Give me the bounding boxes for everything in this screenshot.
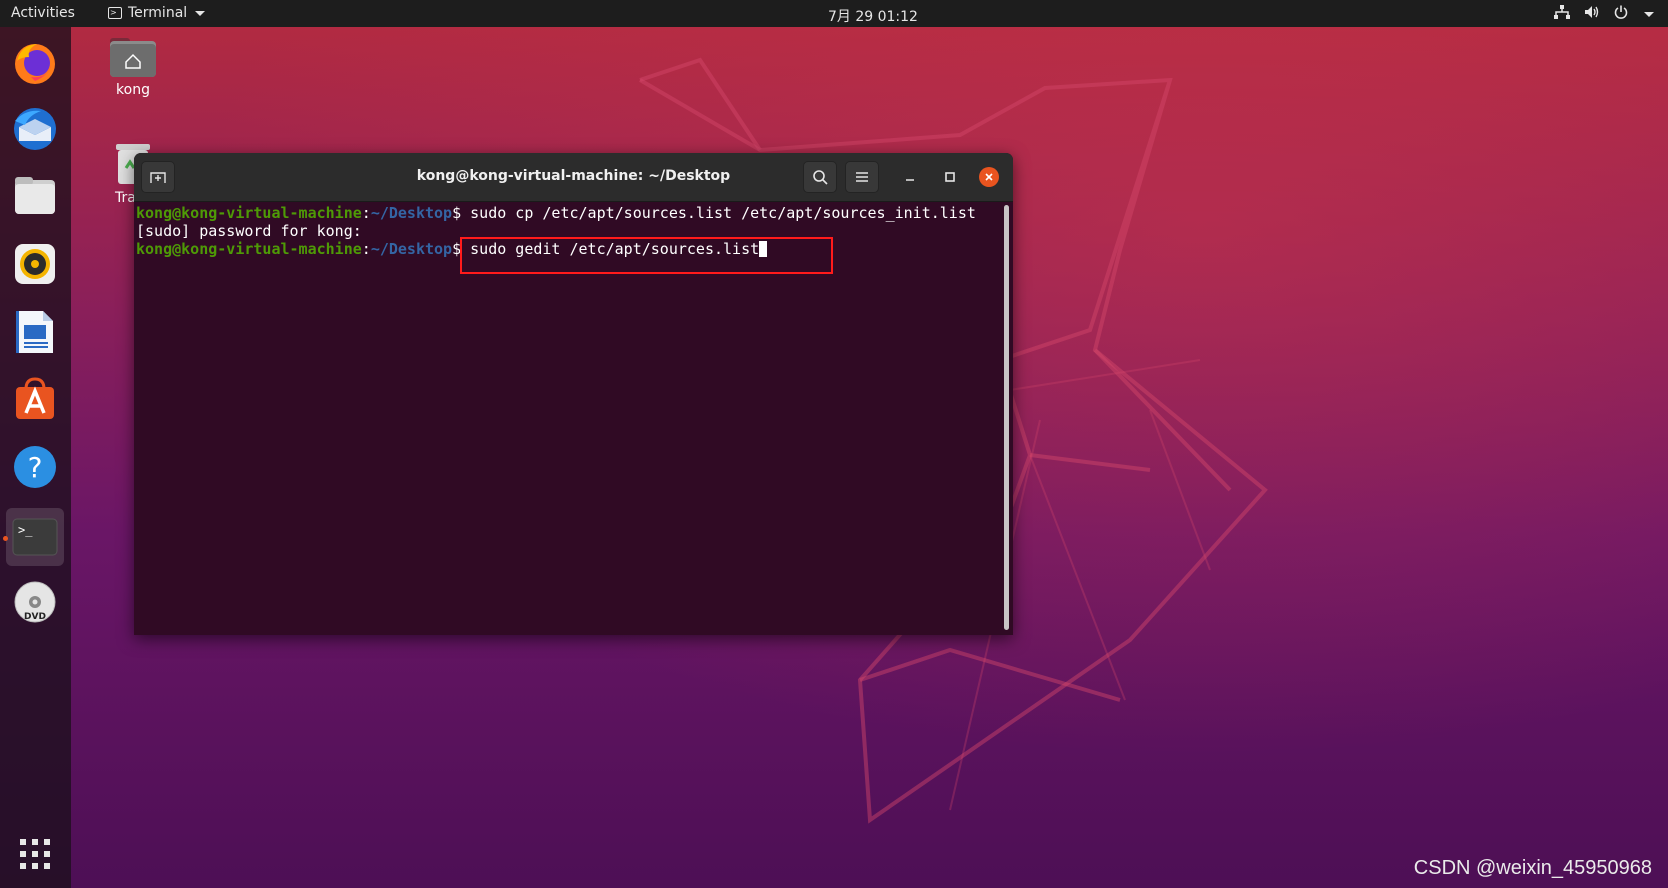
svg-text:DVD: DVD [24, 612, 46, 622]
dock-item-software[interactable] [6, 369, 64, 427]
dvd-icon: DVD [14, 581, 56, 623]
terminal-window[interactable]: kong@kong-virtual-machine: ~/Desktop kon… [134, 153, 1013, 635]
rhythmbox-icon [15, 244, 55, 284]
dock-item-thunderbird[interactable] [6, 100, 64, 158]
clock[interactable]: 7月 29 01:12 [828, 6, 918, 26]
dock-item-rhythmbox[interactable] [6, 235, 64, 293]
home-folder-label: kong [116, 82, 150, 98]
prompt-user: kong@kong-virtual-machine [136, 204, 362, 222]
firefox-icon [15, 44, 55, 84]
chevron-down-icon [1644, 11, 1654, 17]
prompt-separator: : [361, 240, 371, 258]
watermark: CSDN @weixin_45950968 [1413, 857, 1652, 879]
command-text: sudo cp /etc/apt/sources.list /etc/apt/s… [470, 204, 976, 222]
app-menu[interactable]: > Terminal [108, 5, 206, 21]
app-menu-label: Terminal [128, 5, 188, 21]
system-tray[interactable] [1554, 5, 1654, 23]
running-indicator [3, 536, 8, 541]
show-applications-icon [20, 839, 50, 869]
output-text: [sudo] password for kong: [136, 222, 362, 240]
network-icon [1554, 5, 1570, 23]
dock-item-writer[interactable] [6, 303, 64, 361]
thunderbird-icon [14, 108, 56, 150]
writer-icon [16, 311, 53, 353]
dock-item-help[interactable]: ? [6, 438, 64, 496]
svg-text:?: ? [28, 451, 43, 484]
volume-icon [1584, 5, 1600, 23]
help-icon: ? [14, 446, 56, 488]
close-button[interactable] [979, 167, 999, 187]
prompt-symbol: $ [452, 204, 471, 222]
terminal-small-icon: > [108, 7, 122, 19]
menu-button[interactable] [845, 161, 879, 193]
close-icon [985, 173, 993, 181]
software-icon [16, 377, 54, 419]
dock-item-dvd[interactable]: DVD [6, 573, 64, 631]
dock-item-firefox[interactable] [6, 34, 64, 92]
top-bar: Activities > Terminal 7月 29 01:12 [0, 0, 1668, 27]
hamburger-icon [856, 172, 868, 182]
terminal-scrollbar[interactable] [1004, 205, 1009, 630]
chevron-down-icon [195, 10, 206, 16]
prompt-path: ~/Desktop [370, 204, 453, 222]
svg-text:>_: >_ [18, 523, 33, 537]
prompt-path: ~/Desktop [370, 240, 453, 258]
dock-item-terminal[interactable]: >_ [6, 508, 64, 566]
minimize-button[interactable] [900, 167, 920, 187]
files-icon [15, 177, 55, 214]
dock: ? >_ DVD [0, 27, 71, 888]
power-icon [1614, 5, 1628, 23]
prompt-user: kong@kong-virtual-machine [136, 240, 362, 258]
activities-button[interactable]: Activities [11, 5, 75, 21]
search-icon [813, 170, 828, 185]
terminal-icon: >_ [12, 518, 58, 556]
terminal-line: kong@kong-virtual-machine:~/Desktop$ sud… [136, 204, 998, 222]
maximize-button[interactable] [940, 167, 960, 187]
search-button[interactable] [803, 161, 837, 193]
maximize-icon [945, 172, 955, 182]
prompt-separator: : [361, 204, 371, 222]
minimize-icon [906, 179, 914, 181]
highlight-annotation-box [460, 237, 833, 274]
terminal-header-bar[interactable]: kong@kong-virtual-machine: ~/Desktop [134, 153, 1013, 202]
terminal-title: kong@kong-virtual-machine: ~/Desktop [416, 168, 731, 184]
show-applications-button[interactable] [18, 837, 52, 875]
home-folder-icon [110, 38, 156, 77]
dock-item-files[interactable] [6, 167, 64, 225]
desktop-home-folder[interactable]: kong [106, 36, 160, 98]
desktop-screen: Activities > Terminal 7月 29 01:12 ? >_ D… [0, 0, 1668, 888]
